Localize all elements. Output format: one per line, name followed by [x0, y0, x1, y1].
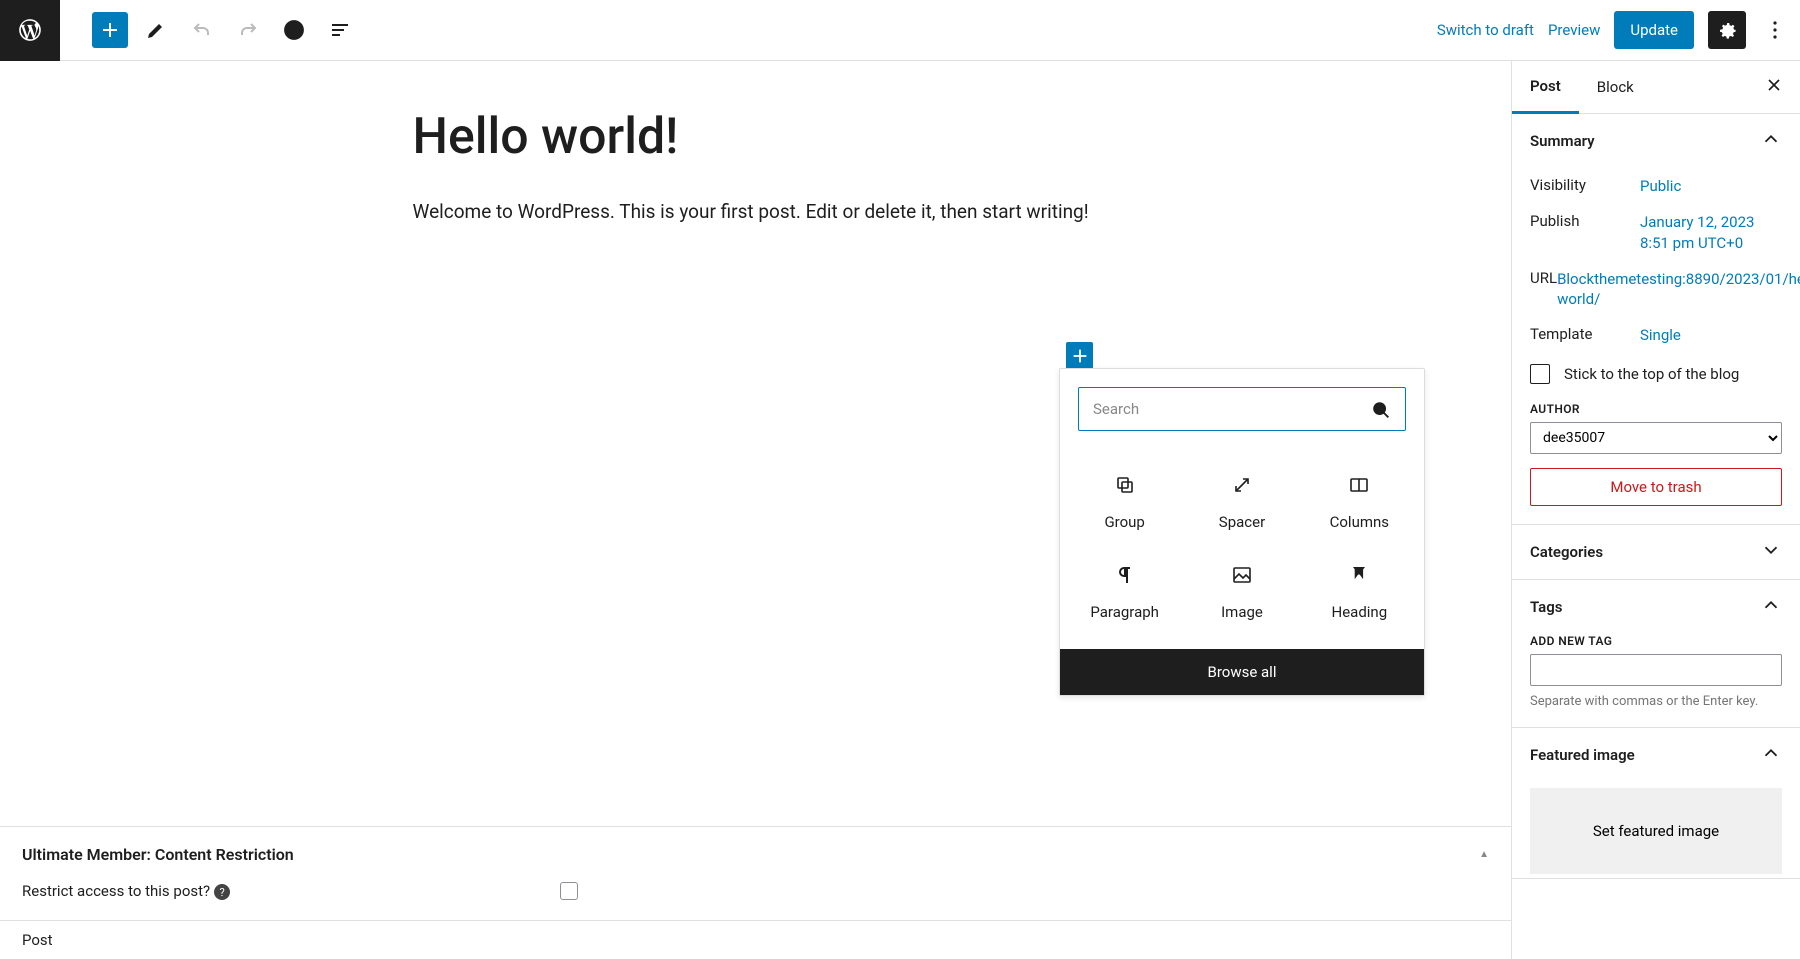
author-label: AUTHOR — [1530, 402, 1782, 422]
preview-link[interactable]: Preview — [1548, 21, 1600, 39]
undo-button[interactable] — [184, 12, 220, 48]
editor-canvas: Hello world! Welcome to WordPress. This … — [0, 61, 1511, 959]
block-paragraph[interactable]: Paragraph — [1066, 547, 1183, 637]
spacer-icon — [1230, 473, 1254, 501]
tags-section: Tags ADD NEW TAG Separate with commas or… — [1512, 580, 1800, 728]
sidebar-tabs: Post Block — [1512, 61, 1800, 114]
panel-header[interactable]: Ultimate Member: Content Restriction ▲ — [0, 827, 1511, 882]
toolbar-right: Switch to draft Preview Update — [1437, 11, 1790, 49]
categories-section: Categories — [1512, 525, 1800, 580]
featured-image-section: Featured image Set featured image — [1512, 728, 1800, 879]
post-title[interactable]: Hello world! — [413, 107, 1099, 167]
inserter-blocks-grid: Group Spacer Columns Paragraph Image — [1060, 449, 1424, 649]
switch-to-draft-link[interactable]: Switch to draft — [1437, 21, 1534, 39]
inline-inserter-button[interactable] — [1066, 342, 1093, 369]
block-spacer[interactable]: Spacer — [1183, 457, 1300, 547]
edit-mode-button[interactable] — [138, 12, 174, 48]
main-area: Hello world! Welcome to WordPress. This … — [0, 61, 1800, 959]
featured-header[interactable]: Featured image — [1512, 728, 1800, 782]
url-value[interactable]: Blockthemetesting:8890/2023/01/hello-wor… — [1557, 269, 1800, 310]
inserter-search-wrap — [1060, 369, 1424, 449]
featured-body: Set featured image — [1512, 788, 1800, 878]
more-options-button[interactable] — [1760, 11, 1790, 49]
template-label: Template — [1530, 325, 1640, 345]
categories-header[interactable]: Categories — [1512, 525, 1800, 579]
block-label: Heading — [1332, 603, 1388, 621]
visibility-label: Visibility — [1530, 176, 1640, 196]
document-info-button[interactable] — [276, 12, 312, 48]
browse-all-button[interactable]: Browse all — [1060, 649, 1424, 695]
panel-title: Ultimate Member: Content Restriction — [22, 845, 294, 864]
tab-block[interactable]: Block — [1579, 62, 1652, 112]
columns-icon — [1347, 473, 1371, 501]
template-value[interactable]: Single — [1640, 325, 1782, 345]
document-outline-button[interactable] — [322, 12, 358, 48]
help-icon[interactable]: ? — [214, 884, 230, 900]
image-icon — [1230, 563, 1254, 591]
chevron-up-icon — [1760, 742, 1782, 768]
settings-button[interactable] — [1708, 11, 1746, 49]
stick-row: Stick to the top of the blog — [1530, 354, 1782, 402]
add-block-button[interactable] — [92, 12, 128, 48]
paragraph-icon — [1113, 563, 1137, 591]
heading-icon — [1347, 563, 1371, 591]
block-label: Spacer — [1219, 513, 1265, 531]
summary-section: Summary VisibilityPublic PublishJanuary … — [1512, 114, 1800, 525]
publish-value[interactable]: January 12, 2023 8:51 pm UTC+0 — [1640, 212, 1782, 253]
add-tag-label: ADD NEW TAG — [1530, 634, 1782, 654]
block-label: Group — [1104, 513, 1144, 531]
block-label: Paragraph — [1090, 603, 1159, 621]
tab-post[interactable]: Post — [1512, 61, 1579, 114]
update-button[interactable]: Update — [1614, 11, 1694, 49]
toolbar-left — [0, 0, 358, 61]
inserter-search-input[interactable] — [1078, 387, 1406, 431]
block-label: Columns — [1330, 513, 1389, 531]
block-label: Image — [1221, 603, 1263, 621]
add-tag-input[interactable] — [1530, 654, 1782, 686]
summary-header[interactable]: Summary — [1512, 114, 1800, 168]
settings-sidebar: Post Block Summary VisibilityPublic Publ… — [1511, 61, 1800, 959]
publish-label: Publish — [1530, 212, 1640, 253]
top-toolbar: Switch to draft Preview Update — [0, 0, 1800, 61]
close-sidebar-button[interactable] — [1748, 63, 1800, 111]
block-group[interactable]: Group — [1066, 457, 1183, 547]
panel-body: Restrict access to this post?? — [0, 882, 1511, 921]
content-restriction-panel: Ultimate Member: Content Restriction ▲ R… — [0, 826, 1511, 959]
redo-button[interactable] — [230, 12, 266, 48]
tags-header[interactable]: Tags — [1512, 580, 1800, 634]
chevron-up-icon — [1760, 128, 1782, 154]
group-icon — [1113, 473, 1137, 501]
stick-label: Stick to the top of the blog — [1564, 365, 1739, 383]
move-to-trash-button[interactable]: Move to trash — [1530, 468, 1782, 506]
restrict-label: Restrict access to this post?? — [22, 882, 230, 901]
tags-hint: Separate with commas or the Enter key. — [1530, 686, 1782, 709]
tags-body: ADD NEW TAG Separate with commas or the … — [1512, 634, 1800, 727]
chevron-down-icon — [1760, 539, 1782, 565]
block-heading[interactable]: Heading — [1301, 547, 1418, 637]
summary-body: VisibilityPublic PublishJanuary 12, 2023… — [1512, 168, 1800, 524]
chevron-up-icon — [1760, 594, 1782, 620]
block-columns[interactable]: Columns — [1301, 457, 1418, 547]
panel-collapse-icon[interactable]: ▲ — [1479, 849, 1489, 860]
post-paragraph[interactable]: Welcome to WordPress. This is your first… — [413, 199, 1099, 226]
block-inserter-popover: Group Spacer Columns Paragraph Image — [1059, 368, 1425, 696]
restrict-checkbox[interactable] — [560, 882, 578, 900]
wordpress-logo[interactable] — [0, 0, 60, 61]
stick-checkbox[interactable] — [1530, 364, 1550, 384]
set-featured-image-button[interactable]: Set featured image — [1530, 788, 1782, 874]
block-image[interactable]: Image — [1183, 547, 1300, 637]
footer-post-tab[interactable]: Post — [0, 920, 1511, 959]
visibility-value[interactable]: Public — [1640, 176, 1782, 196]
url-label: URL — [1530, 269, 1557, 310]
author-select[interactable]: dee35007 — [1530, 422, 1782, 454]
post-content: Hello world! Welcome to WordPress. This … — [413, 61, 1099, 226]
